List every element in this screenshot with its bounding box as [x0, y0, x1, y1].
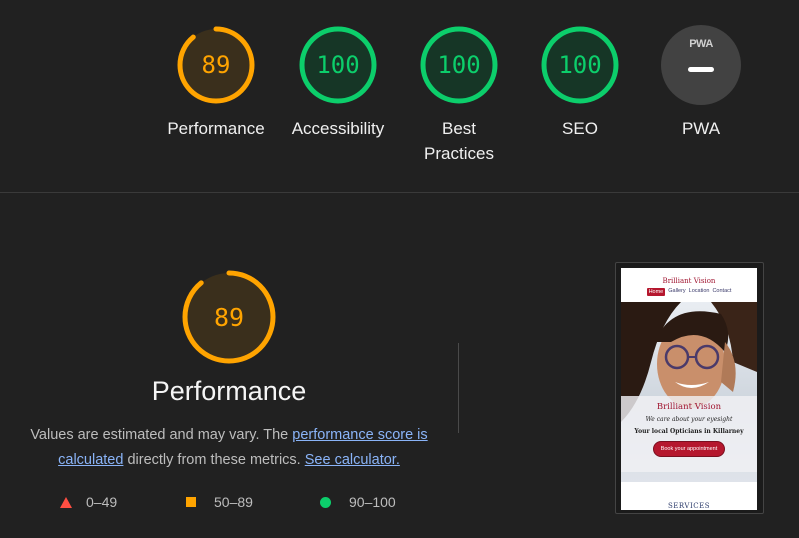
gauge-score: 100 — [558, 51, 602, 79]
gauge-label: Performance — [167, 119, 265, 138]
site-header: Brilliant Vision Home Gallery Location C… — [621, 268, 757, 302]
legend-pass: 90–100 — [320, 494, 396, 510]
hero-title: Brilliant Vision — [656, 402, 722, 412]
circle-icon — [320, 496, 331, 508]
triangle-icon — [60, 496, 72, 508]
site-logo: Brilliant Vision — [662, 277, 716, 285]
pwa-badge-text: PWA — [689, 38, 713, 50]
gauge-score: 100 — [316, 51, 360, 79]
gauge-accessibility[interactable]: 100 Accessibility — [283, 24, 393, 141]
book-appointment-button: Book your appointment — [652, 441, 726, 457]
see-calculator-link[interactable]: See calculator. — [305, 452, 400, 468]
square-icon — [186, 497, 196, 507]
gauge-performance[interactable]: 89 Performance — [161, 24, 271, 141]
hero-overlay: Brilliant Vision We care about your eyes… — [621, 396, 757, 472]
section-divider — [0, 192, 799, 193]
site-nav: Home Gallery Location Contact — [621, 288, 757, 296]
hero-section: Brilliant Vision We care about your eyes… — [621, 302, 757, 482]
pwa-badge-icon — [661, 25, 741, 105]
score-legend: 0–49 50–89 90–100 — [0, 494, 458, 514]
gauge-score: 100 — [437, 51, 481, 79]
nav-location: Location — [688, 288, 710, 294]
desc-text: Values are estimated and may vary. The — [30, 427, 293, 443]
nav-gallery: Gallery — [668, 288, 686, 294]
gauge-seo[interactable]: 100 SEO — [525, 24, 635, 141]
legend-fail: 0–49 — [60, 494, 117, 510]
gauge-label: PWA — [681, 119, 721, 138]
gauge-label: Best Practices — [424, 119, 494, 163]
hero-subtitle: Your local Opticians in Killarney — [634, 428, 744, 435]
desc-text: directly from these metrics. — [123, 452, 305, 468]
legend-range: 90–100 — [349, 494, 396, 510]
nav-home: Home — [646, 288, 666, 296]
category-gauges: 89 Performance 100 Accessibility 100 Bes… — [0, 0, 799, 192]
legend-range: 50–89 — [214, 494, 253, 510]
gauge-label: SEO — [562, 119, 598, 138]
screenshot-page: Brilliant Vision Home Gallery Location C… — [621, 268, 757, 510]
performance-title: Performance — [151, 376, 307, 406]
legend-range: 0–49 — [86, 494, 118, 510]
gauge-pwa[interactable]: PWA PWA — [646, 24, 756, 141]
gauge-score: 89 — [201, 51, 231, 79]
vertical-divider — [458, 343, 459, 433]
performance-score: 89 — [213, 302, 245, 332]
performance-description: Values are estimated and may vary. The p… — [22, 423, 436, 473]
final-screenshot[interactable]: Brilliant Vision Home Gallery Location C… — [615, 262, 764, 514]
services-heading: SERVICES — [667, 502, 710, 510]
hero-tagline: We care about your eyesight — [645, 416, 733, 423]
gauge-best-practices[interactable]: 100 Best Practices — [404, 24, 514, 166]
gauge-label: Accessibility — [291, 119, 385, 138]
performance-gauge: 89 — [180, 268, 278, 366]
legend-average: 50–89 — [186, 494, 253, 510]
nav-contact: Contact — [712, 288, 732, 294]
